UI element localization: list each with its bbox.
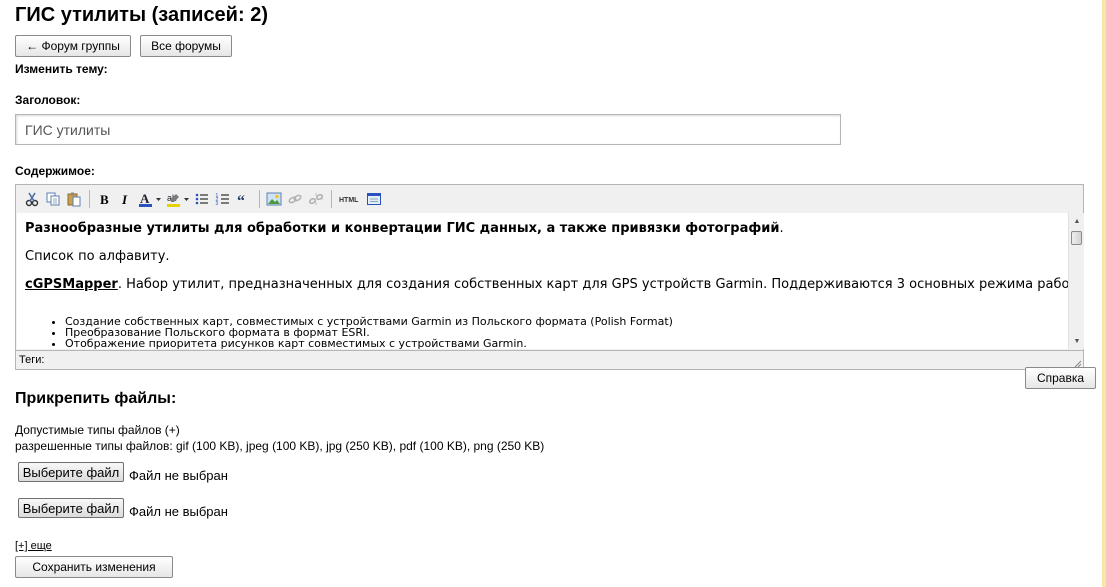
- allowed-file-types-toggle[interactable]: Допустимые типы файлов (+): [15, 423, 180, 437]
- content-list-note: Список по алфавиту.: [25, 249, 170, 264]
- paste-icon[interactable]: [64, 189, 84, 209]
- text-color-icon[interactable]: A: [136, 189, 163, 209]
- image-icon[interactable]: [264, 189, 284, 209]
- highlight-icon[interactable]: ab: [164, 189, 191, 209]
- html-icon[interactable]: HTML: [336, 189, 363, 209]
- scrollbar-thumb[interactable]: [1071, 231, 1082, 245]
- page-title: ГИС утилиты (записей: 2): [15, 4, 268, 26]
- toolbar-separator: [89, 189, 90, 208]
- scroll-up-icon[interactable]: ▲: [1069, 213, 1085, 229]
- edit-topic-heading: Изменить тему:: [15, 62, 108, 76]
- save-changes-button[interactable]: Сохранить изменения: [15, 556, 173, 578]
- italic-icon[interactable]: I: [115, 189, 135, 209]
- unlink-icon[interactable]: [306, 189, 326, 209]
- choose-file-button[interactable]: Выберите файл: [18, 462, 124, 482]
- tags-label: Теги:: [19, 354, 45, 366]
- svg-text:I: I: [121, 192, 128, 207]
- bold-icon[interactable]: B: [94, 189, 114, 209]
- choose-file-button[interactable]: Выберите файл: [18, 498, 124, 518]
- svg-text:“: “: [237, 193, 245, 207]
- rich-text-editor: B I A ab 123 “ HTML: [15, 184, 1084, 370]
- help-button[interactable]: Справка: [1025, 367, 1096, 389]
- svg-text:3: 3: [216, 201, 219, 207]
- svg-text:HTML: HTML: [339, 197, 359, 204]
- cut-icon[interactable]: [22, 189, 42, 209]
- content-bullet-list: Создание собственных карт, совместимых с…: [47, 316, 673, 349]
- list-item: Отображение приоритета рисунков карт сов…: [65, 338, 673, 349]
- cgpsmapper-link[interactable]: cGPSMapper: [25, 277, 118, 292]
- content-label: Содержимое:: [15, 164, 95, 178]
- link-icon[interactable]: [285, 189, 305, 209]
- title-input[interactable]: [15, 114, 841, 145]
- all-forums-button[interactable]: Все форумы: [140, 35, 232, 57]
- fullscreen-icon[interactable]: [364, 189, 384, 209]
- toolbar-separator: [331, 189, 332, 208]
- toolbar-separator: [259, 189, 260, 208]
- svg-text:B: B: [100, 192, 109, 207]
- numbered-list-icon[interactable]: 123: [213, 189, 233, 209]
- page-edge-border: [1102, 0, 1106, 587]
- editor-toolbar: B I A ab 123 “ HTML: [16, 185, 1083, 212]
- quote-icon[interactable]: “: [234, 189, 254, 209]
- tags-bar: Теги:: [16, 350, 1083, 370]
- scroll-down-icon[interactable]: ▼: [1069, 333, 1085, 349]
- copy-icon[interactable]: [43, 189, 63, 209]
- bullet-list-icon[interactable]: [192, 189, 212, 209]
- file-status: Файл не выбран: [129, 468, 228, 483]
- allowed-file-types-list: разрешенные типы файлов: gif (100 KB), j…: [15, 439, 545, 453]
- editor-content-area[interactable]: Разнообразные утилиты для обработки и ко…: [17, 213, 1068, 349]
- file-status: Файл не выбран: [129, 504, 228, 519]
- add-more-files-link[interactable]: [+] еще: [15, 540, 52, 552]
- svg-text:A: A: [140, 191, 150, 206]
- group-forum-button[interactable]: ← Форум группы: [15, 35, 131, 57]
- editor-scrollbar[interactable]: ▲ ▼: [1068, 213, 1084, 349]
- content-cgpsmapper-paragraph: cGPSMapper. Набор утилит, предназначенны…: [25, 277, 1068, 292]
- title-label: Заголовок:: [15, 93, 81, 107]
- attach-files-heading: Прикрепить файлы:: [15, 390, 177, 407]
- content-intro: Разнообразные утилиты для обработки и ко…: [25, 221, 784, 236]
